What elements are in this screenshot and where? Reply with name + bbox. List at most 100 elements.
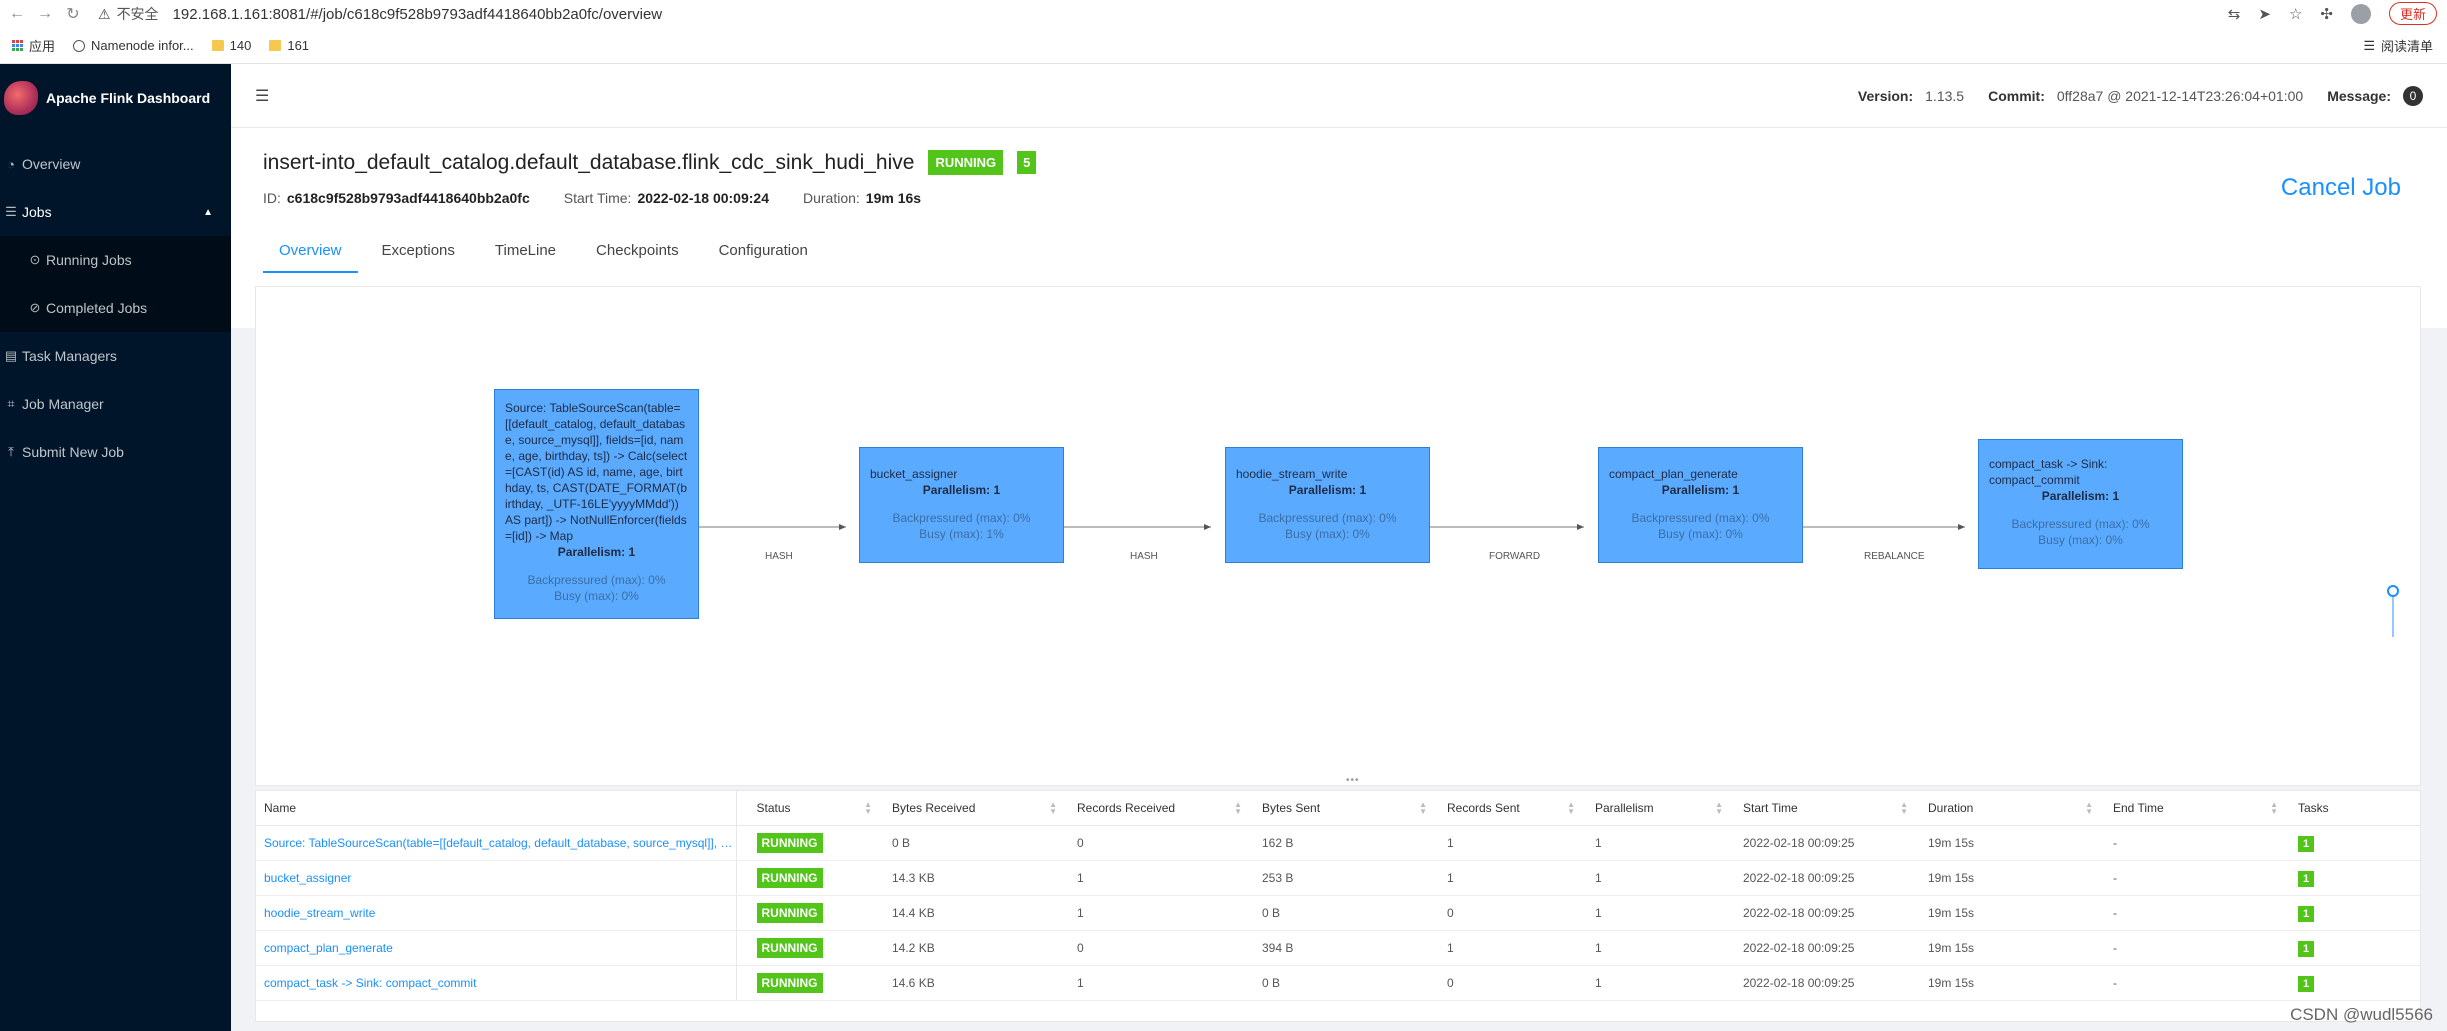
status-badge: RUNNING	[756, 832, 823, 853]
tab-overview[interactable]: Overview	[263, 230, 358, 273]
tab-configuration[interactable]: Configuration	[703, 230, 824, 273]
profile-avatar[interactable]	[2350, 3, 2371, 24]
vertices-table: Name Status ▲ ▼ Bytes Received ▲ ▼ Records R…	[255, 790, 2421, 1022]
table-row[interactable]: compact_task -> Sink: compact_commit RUN…	[256, 965, 2420, 1001]
jobs-submenu: ⊙ Running Jobs ⊘ Completed Jobs	[0, 236, 231, 332]
edge-label: FORWARD	[1489, 551, 1541, 562]
tasks-badge: 1	[2298, 940, 2315, 957]
update-button[interactable]: 更新	[2388, 2, 2437, 25]
task-managers-icon: ▤	[4, 348, 18, 363]
flink-logo-icon	[4, 81, 38, 115]
back-icon[interactable]: ←	[6, 5, 28, 23]
sidebar-item-job-manager[interactable]: ⌗ Job Manager	[0, 380, 231, 428]
check-circle-icon: ⊘	[29, 300, 41, 315]
bookmarks-bar: 应用 Namenode infor... 140 161 ☰ 阅读清单	[0, 28, 2447, 64]
cancel-job-button[interactable]: Cancel Job	[2281, 174, 2401, 202]
main-content: ☰ Version: 1.13.5 Commit: 0ff28a7 @ 2021-1…	[231, 64, 2447, 1031]
share-icon[interactable]: ➤	[2258, 5, 2271, 23]
play-circle-icon: ⊙	[29, 252, 41, 267]
apps-icon	[12, 40, 23, 51]
sort-icon: ▲ ▼	[1567, 800, 1575, 816]
graph-node-hoodie-stream-write[interactable]: hoodie_stream_write Parallelism: 1 Backp…	[1225, 447, 1430, 563]
graph-node-compact-plan-generate[interactable]: compact_plan_generate Parallelism: 1 Bac…	[1598, 447, 1803, 563]
zoom-slider-handle[interactable]	[2387, 585, 2399, 597]
column-header-end-time[interactable]: End Time ▲ ▼	[2105, 791, 2290, 826]
column-header-tasks[interactable]: Tasks	[2290, 791, 2420, 826]
bookmark-apps[interactable]: 应用	[12, 36, 55, 55]
sidebar-item-overview[interactable]: ◔ Overview	[0, 140, 231, 188]
column-header-bytes-sent[interactable]: Bytes Sent ▲ ▼	[1254, 791, 1439, 826]
tab-exceptions[interactable]: Exceptions	[366, 230, 471, 273]
extensions-icon[interactable]: ✣	[2320, 5, 2333, 23]
menu-fold-icon[interactable]: ☰	[255, 86, 269, 106]
job-title: insert-into_default_catalog.default_data…	[263, 150, 915, 174]
vertex-name-link[interactable]: hoodie_stream_write	[256, 895, 737, 931]
sort-icon: ▲ ▼	[1049, 800, 1057, 816]
column-header-records-received[interactable]: Records Received ▲ ▼	[1069, 791, 1254, 826]
column-header-name[interactable]: Name	[256, 791, 737, 826]
resize-handle[interactable]: •••	[1346, 775, 1360, 786]
table-row[interactable]: bucket_assigner RUNNING 14.3 KB 1 253 B …	[256, 860, 2420, 896]
vertex-name-link[interactable]: Source: TableSourceScan(table=[[default_…	[256, 825, 737, 861]
star-icon[interactable]: ☆	[2289, 5, 2302, 23]
sort-icon: ▲ ▼	[864, 800, 872, 816]
sort-icon: ▲ ▼	[2085, 800, 2093, 816]
chevron-up-icon: ▲	[203, 206, 213, 218]
tab-checkpoints[interactable]: Checkpoints	[580, 230, 695, 273]
graph-node-source[interactable]: Source: TableSourceScan(table=[[default_…	[494, 389, 699, 619]
reading-list[interactable]: ☰ 阅读清单	[2363, 36, 2433, 55]
tab-timeline[interactable]: TimeLine	[479, 230, 572, 273]
tasks-badge: 1	[2298, 975, 2315, 992]
status-badge: RUNNING	[756, 972, 823, 993]
status-badge: RUNNING	[756, 937, 823, 958]
sidebar-item-submit-new-job[interactable]: ⤒ Submit New Job	[0, 428, 231, 476]
job-title-row: insert-into_default_catalog.default_data…	[263, 150, 1037, 175]
translate-icon[interactable]: ⇆	[2228, 5, 2241, 23]
url-field[interactable]: 192.168.1.161:8081/#/job/c618c9f528b9793…	[173, 6, 663, 23]
vertex-name-link[interactable]: bucket_assigner	[256, 860, 737, 896]
bookmark-namenode[interactable]: Namenode infor...	[73, 38, 194, 53]
forward-icon[interactable]: →	[34, 5, 56, 23]
column-header-bytes-received[interactable]: Bytes Received ▲ ▼	[884, 791, 1069, 826]
status-badge: RUNNING	[756, 867, 823, 888]
sidebar-item-jobs[interactable]: ☰ Jobs ▲	[0, 188, 231, 236]
vertex-name-link[interactable]: compact_task -> Sink: compact_commit	[256, 965, 737, 1001]
column-header-start-time[interactable]: Start Time ▲ ▼	[1735, 791, 1920, 826]
top-header: ☰ Version: 1.13.5 Commit: 0ff28a7 @ 2021-1…	[231, 64, 2447, 128]
insecure-label: 不安全	[116, 6, 159, 22]
bookmark-161[interactable]: 161	[269, 38, 309, 53]
column-header-status[interactable]: Status ▲ ▼	[736, 791, 884, 826]
vertex-name-link[interactable]: compact_plan_generate	[256, 930, 737, 966]
watermark: CSDN @wudl5566	[2290, 1005, 2433, 1024]
job-meta: ID: c618c9f528b9793adf4418640bb2a0fc Star…	[263, 190, 922, 206]
reading-list-icon: ☰	[2363, 37, 2375, 53]
edge-label: HASH	[1130, 551, 1158, 562]
tasks-badge: 1	[2298, 905, 2315, 922]
graph-node-compact-task-sink[interactable]: compact_task -> Sink: compact_commit Par…	[1978, 439, 2183, 569]
warning-icon[interactable]: ⚠	[98, 6, 111, 23]
upload-icon: ⤒	[8, 444, 14, 459]
table-row[interactable]: hoodie_stream_write RUNNING 14.4 KB 1 0 …	[256, 895, 2420, 931]
table-row[interactable]: Source: TableSourceScan(table=[[default_…	[256, 825, 2420, 861]
reload-icon[interactable]: ↻	[62, 4, 84, 24]
graph-node-bucket-assigner[interactable]: bucket_assigner Parallelism: 1 Backpress…	[859, 447, 1064, 563]
sidebar-item-task-managers[interactable]: ▤ Task Managers	[0, 332, 231, 380]
sidebar-item-running-jobs[interactable]: ⊙ Running Jobs	[0, 236, 231, 284]
task-count-badge: 5	[1017, 151, 1037, 174]
column-header-parallelism[interactable]: Parallelism ▲ ▼	[1587, 791, 1735, 826]
column-header-duration[interactable]: Duration ▲ ▼	[1920, 791, 2105, 826]
column-header-records-sent[interactable]: Records Sent ▲ ▼	[1439, 791, 1587, 826]
status-badge: RUNNING	[928, 150, 1004, 175]
table-row[interactable]: compact_plan_generate RUNNING 14.2 KB 0 …	[256, 930, 2420, 966]
folder-icon	[269, 40, 282, 51]
message-badge[interactable]: 0	[2403, 86, 2423, 106]
sort-icon: ▲ ▼	[1234, 800, 1242, 816]
browser-actions: ⇆ ➤ ☆ ✣ 更新	[2228, 2, 2437, 25]
app-logo[interactable]: Apache Flink Dashboard	[0, 64, 231, 132]
zoom-slider-track[interactable]	[2392, 597, 2394, 637]
dashboard-icon: ◔	[7, 156, 15, 172]
bookmark-140[interactable]: 140	[211, 38, 251, 53]
jobs-icon: ☰	[5, 204, 17, 219]
job-graph[interactable]: Source: TableSourceScan(table=[[default_…	[255, 286, 2421, 786]
sidebar-item-completed-jobs[interactable]: ⊘ Completed Jobs	[0, 284, 231, 332]
